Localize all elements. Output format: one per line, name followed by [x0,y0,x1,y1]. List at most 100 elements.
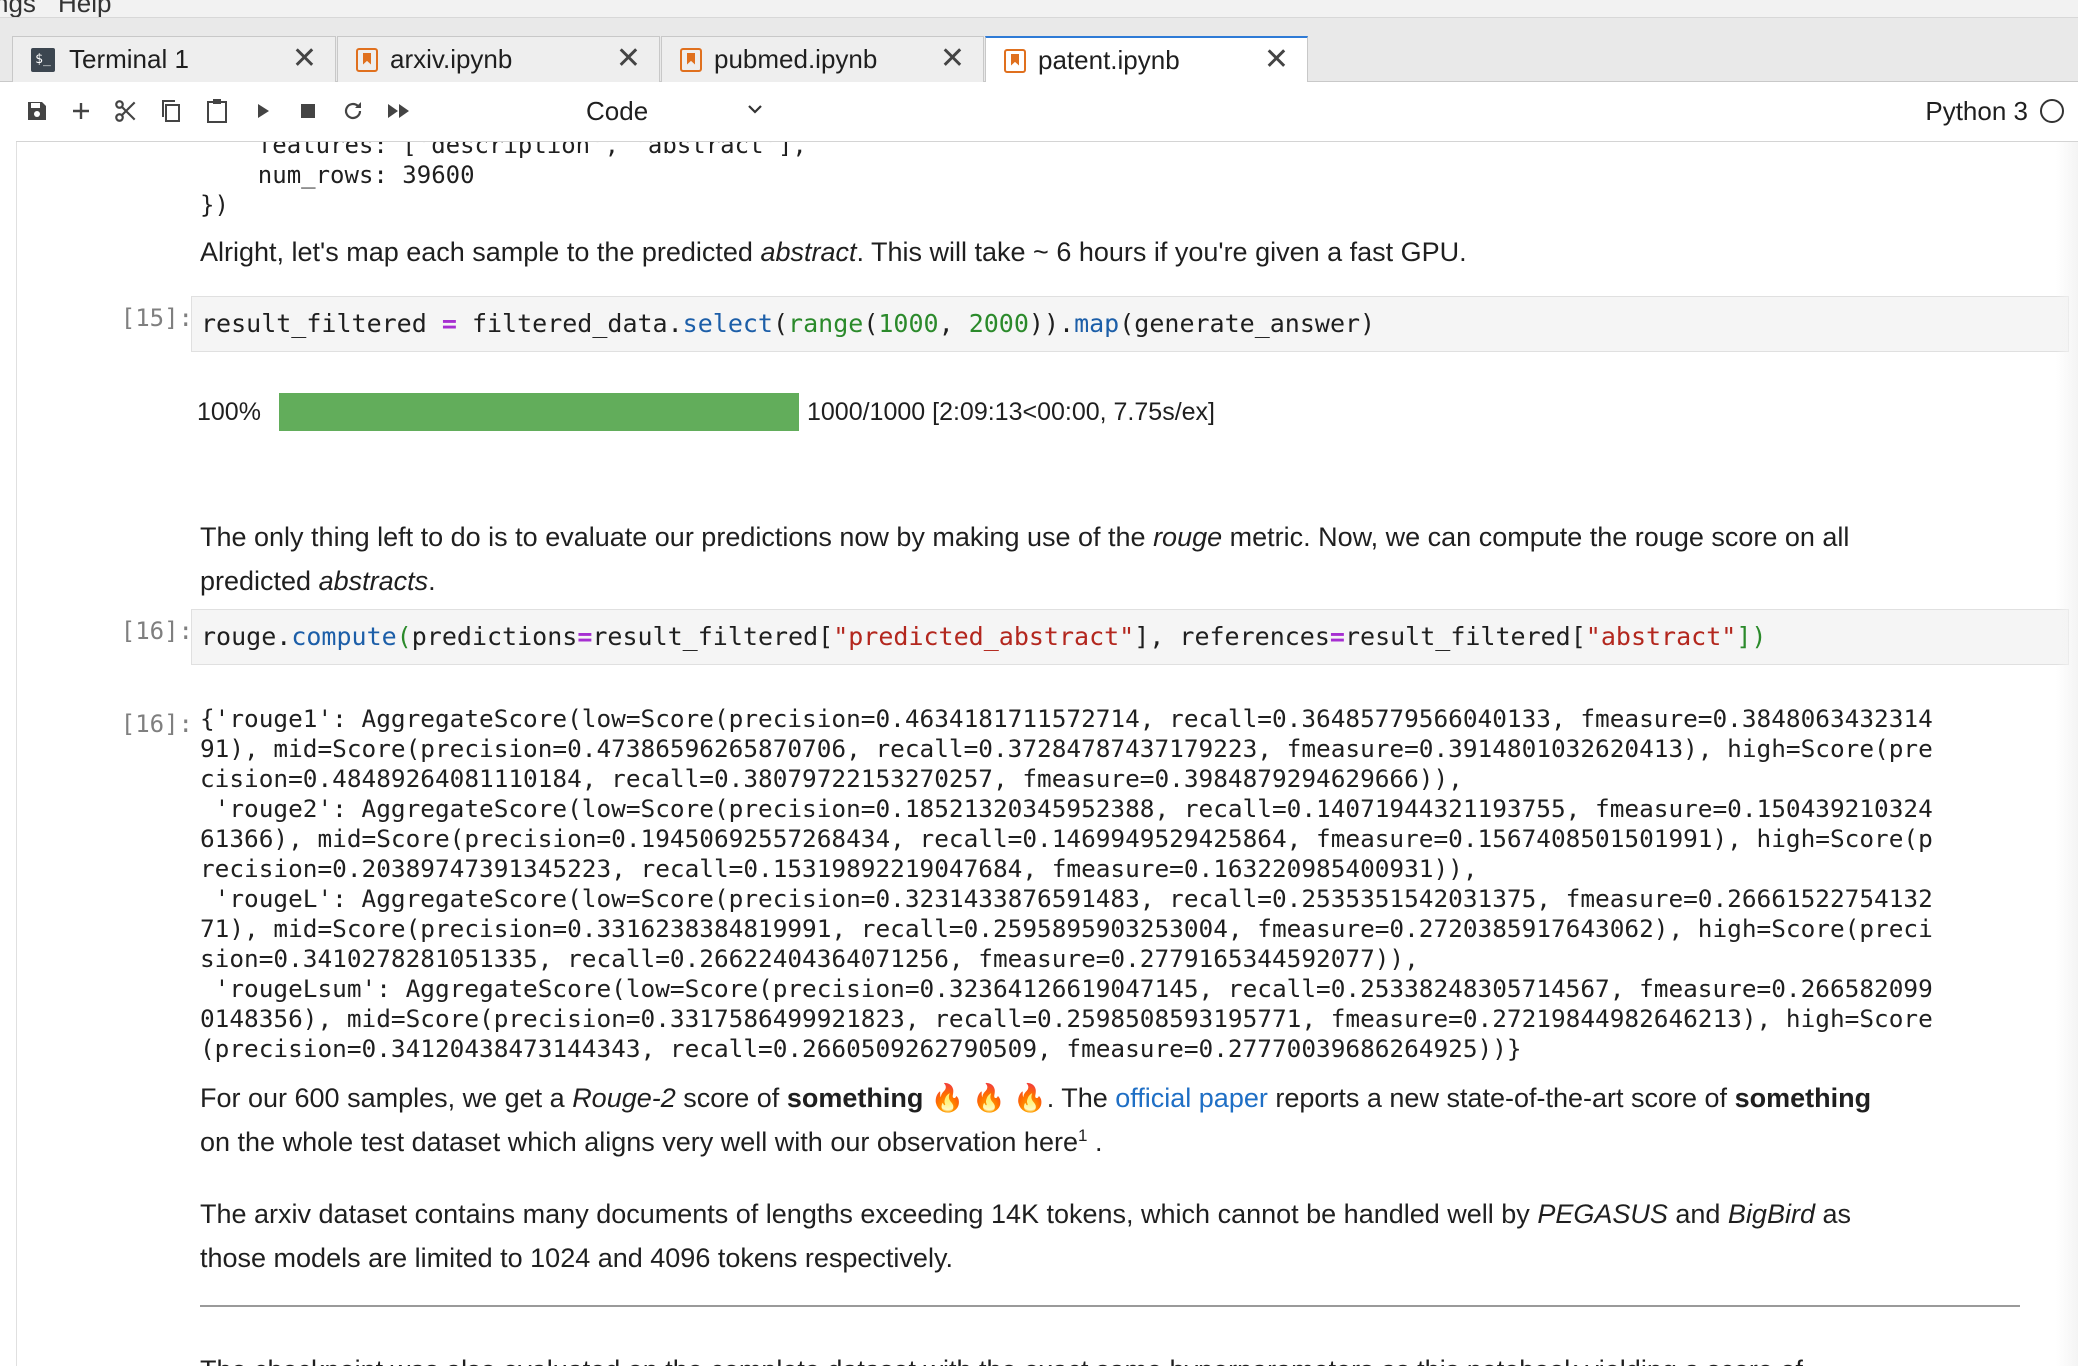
notebook-icon [1004,48,1026,73]
code-token: result_filtered [201,309,442,338]
md-text: and [1667,1199,1728,1229]
markdown-cell[interactable]: The arxiv dataset contains many document… [200,1192,2040,1280]
cell-output-prompt: [16]: [120,710,193,738]
cell-prompt: [15]: [120,304,193,332]
md-text: reports a new state-of-the-art score of [1267,1083,1735,1113]
close-icon[interactable]: ✕ [616,44,641,74]
code-token: = [1329,622,1345,651]
tab-label: arxiv.ipynb [390,44,513,74]
progress-bar-fill [279,393,799,431]
md-bold: something [1734,1083,1872,1113]
code-token: = [441,309,457,338]
tab-terminal-1[interactable]: $_ Terminal 1 ✕ [12,36,336,82]
tab-label: pubmed.ipynb [714,44,878,74]
save-icon[interactable] [20,94,54,128]
md-text: Alright, let's map each sample to the pr… [200,237,761,267]
tab-patent[interactable]: patent.ipynb ✕ [985,36,1308,83]
run-icon[interactable] [246,94,280,128]
fire-emoji: 🔥 🔥 🔥 [930,1083,1047,1113]
tab-bar: $_ Terminal 1 ✕ arxiv.ipynb ✕ pubmed.ipy… [0,18,2078,83]
kernel-name: Python 3 [1925,95,2028,126]
md-emphasis: rouge [1153,522,1223,552]
code-token: ], references [1134,622,1330,651]
md-emphasis: BigBird [1727,1199,1815,1229]
code-token: "abstract" [1585,622,1737,651]
tab-arxiv[interactable]: arxiv.ipynb ✕ [337,36,660,82]
progress-percent: 100% [197,397,261,426]
markdown-cell[interactable]: For our 600 samples, we get a Rouge-2 sc… [200,1076,2040,1164]
notebook-icon [356,47,378,72]
md-text: . This will take ~ 6 hours if you're giv… [856,237,1467,267]
code-token: 2000 [968,309,1029,338]
code-cell-input[interactable]: result_filtered = filtered_data.select(r… [191,296,2069,352]
close-icon[interactable]: ✕ [940,44,965,74]
copy-icon[interactable] [154,94,188,128]
code-token: ( [396,622,412,651]
md-text: . [428,566,436,596]
code-token: map [1074,309,1120,338]
md-text: those models are limited to 1024 and 409… [200,1243,953,1273]
code-token: (generate_answer) [1119,309,1376,338]
markdown-cell[interactable]: The only thing left to do is to evaluate… [200,515,2040,603]
code-cell-input[interactable]: rouge.compute(predictions=result_filtere… [191,609,2069,665]
chevron-down-icon [744,98,766,125]
close-icon[interactable]: ✕ [292,44,317,74]
md-text-cutoff: The checkpoint was also evaluated on the… [200,1348,1803,1366]
code-token: ]) [1736,622,1767,651]
md-emphasis: abstracts [318,566,429,596]
md-text: . [1087,1127,1103,1157]
notebook-toolbar: Code Python 3 [16,82,2078,142]
notebook-icon [680,47,702,72]
code-token: range [788,309,864,338]
md-text: The arxiv dataset contains many document… [200,1199,1538,1229]
md-emphasis: abstract [760,237,857,267]
md-text: predicted [200,566,319,596]
code-token: = [577,622,593,651]
notebook-panel[interactable]: features: ['description', 'abstract'], n… [16,142,2078,1366]
markdown-cell[interactable]: Alright, let's map each sample to the pr… [200,230,2040,274]
code-token: ( [772,309,789,338]
md-emphasis: PEGASUS [1537,1199,1668,1229]
run-all-icon[interactable] [382,94,416,128]
progress-status: 1000/1000 [2:09:13<00:00, 7.75s/ex] [807,397,1215,426]
code-token: predictions [411,622,578,651]
tab-label: patent.ipynb [1038,45,1180,75]
cut-icon[interactable] [109,94,143,128]
tab-label: Terminal 1 [69,44,189,74]
md-text: For our 600 samples, we get a [200,1083,573,1113]
kernel-status-icon [2040,99,2064,123]
md-text: score of [675,1083,787,1113]
paste-icon[interactable] [200,94,234,128]
code-token: select [682,309,773,338]
menubar: ngs Help [0,0,2078,18]
cell-type-select[interactable]: Code [586,94,766,128]
md-text: . The [1046,1083,1116,1113]
code-token: , [938,309,969,338]
code-token: )). [1028,309,1075,338]
stop-icon[interactable] [291,94,325,128]
md-text: metric. Now, we can compute the rouge sc… [1222,522,1850,552]
code-token: result_filtered[ [592,622,834,651]
terminal-icon: $_ [31,47,55,72]
md-bold: something [786,1083,924,1113]
menu-item-settings[interactable]: ngs [0,0,36,17]
restart-icon[interactable] [336,94,370,128]
menu-item-help[interactable]: Help [58,0,111,17]
code-token: filtered_data. [456,309,683,338]
md-text: as [1814,1199,1851,1229]
previous-cell-output: features: ['description', 'abstract'], n… [200,142,807,219]
cell-type-value: Code [586,95,649,126]
cell-output-text: {'rouge1': AggregateScore(low=Score(prec… [200,704,1933,1063]
close-icon[interactable]: ✕ [1264,45,1289,75]
add-icon[interactable] [64,94,98,128]
official-paper-link[interactable]: official paper [1115,1083,1268,1113]
code-token: ( [863,309,879,338]
kernel-indicator[interactable]: Python 3 [1925,94,2064,128]
cell-prompt: [16]: [120,617,193,645]
code-token: result_filtered[ [1344,622,1586,651]
markdown-divider [200,1305,2020,1307]
scrollbar-track[interactable] [2056,142,2078,1366]
tab-pubmed[interactable]: pubmed.ipynb ✕ [661,36,984,82]
progress-bar [279,393,799,431]
md-text: The only thing left to do is to evaluate… [200,522,1154,552]
